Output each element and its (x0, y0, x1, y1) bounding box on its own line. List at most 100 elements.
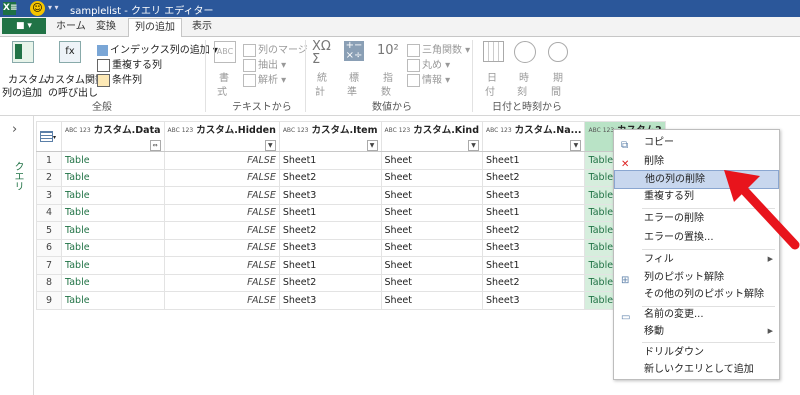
smiley-icon[interactable]: ☺ (30, 1, 45, 16)
table-cell[interactable]: FALSE (163, 168, 280, 187)
table-row[interactable]: 5 Table FALSE Sheet2 Sheet Sheet2 Table (36, 221, 666, 240)
table-cell[interactable]: Sheet3 (481, 291, 586, 310)
table-row[interactable]: 9 Table FALSE Sheet3 Sheet Sheet3 Table (36, 291, 666, 310)
table-cell[interactable]: FALSE (163, 221, 280, 240)
table-cell[interactable]: Sheet (380, 256, 484, 275)
table-cell[interactable]: FALSE (163, 203, 280, 222)
table-cell[interactable]: Sheet3 (481, 238, 586, 257)
invoke-custom-function-button[interactable]: fx カスタム関数 の呼び出し (44, 41, 105, 99)
menu-item-copy[interactable]: ⧉ コピー (614, 134, 779, 151)
table-cell[interactable]: Sheet (380, 238, 484, 257)
table-row[interactable]: 2 Table FALSE Sheet2 Sheet Sheet2 Table (36, 168, 666, 187)
duplicate-column-button[interactable]: 重複する列 (97, 56, 162, 72)
tab-view[interactable]: 表示 (186, 18, 218, 35)
merge-columns-button[interactable]: 列のマージ (243, 41, 308, 57)
column-header[interactable]: ABC 123 カスタム.Hidden ▼ (163, 121, 280, 152)
table-cell[interactable]: Sheet (380, 168, 484, 187)
scientific-button[interactable]: 10² 指 数 (375, 41, 403, 98)
tab-transform[interactable]: 変換 (90, 18, 122, 35)
table-cell[interactable]: Table (61, 203, 165, 222)
menu-item-unpivot-columns[interactable]: ⊞ 列のピボット解除 (614, 269, 779, 286)
table-cell[interactable]: Sheet1 (278, 256, 382, 275)
menu-item-drill-down[interactable]: ドリルダウン (614, 344, 779, 361)
column-header[interactable]: ABC 123 カスタム.Data ⇔ (61, 121, 165, 152)
table-cell[interactable]: Sheet (380, 151, 484, 170)
table-cell[interactable]: FALSE (163, 291, 280, 310)
table-cell[interactable]: Sheet1 (278, 203, 382, 222)
quick-access-dropdown-icon[interactable]: ▾ ▾ (48, 3, 59, 12)
table-cell[interactable]: FALSE (163, 151, 280, 170)
table-cell[interactable]: Table (61, 186, 165, 205)
menu-item-unpivot-other-columns[interactable]: その他の列のピボット解除 (614, 286, 779, 303)
table-cell[interactable]: Sheet3 (278, 238, 382, 257)
table-cell[interactable]: Table (61, 291, 165, 310)
table-cell[interactable]: FALSE (163, 238, 280, 257)
filter-dropdown-icon[interactable]: ▼ (366, 140, 378, 151)
table-row[interactable]: 6 Table FALSE Sheet3 Sheet Sheet3 Table (36, 238, 666, 257)
table-cell[interactable]: Sheet (380, 291, 484, 310)
conditional-column-button[interactable]: 条件列 (97, 71, 142, 87)
table-cell[interactable]: Sheet2 (481, 273, 586, 292)
table-cell[interactable]: Sheet3 (481, 186, 586, 205)
menu-item-fill[interactable]: フィル ▶ (614, 251, 779, 268)
standard-button[interactable]: +− ×÷ 標 準 (342, 41, 370, 98)
table-row[interactable]: 1 Table FALSE Sheet1 Sheet Sheet1 Table (36, 151, 666, 170)
file-tab[interactable]: ■ ▾ (2, 18, 46, 34)
table-cell[interactable]: FALSE (163, 186, 280, 205)
table-cell[interactable]: Sheet (380, 186, 484, 205)
format-button[interactable]: ABC 書 式 (212, 41, 238, 98)
table-row[interactable]: 7 Table FALSE Sheet1 Sheet Sheet1 Table (36, 256, 666, 275)
table-cell[interactable]: Sheet (380, 203, 484, 222)
table-cell[interactable]: Sheet1 (481, 256, 586, 275)
column-header[interactable]: ABC 123 カスタム.Item ▼ (278, 121, 382, 152)
time-button[interactable]: 時 刻 (512, 41, 540, 98)
table-menu-button[interactable]: ▾ (36, 121, 62, 152)
tab-add-column[interactable]: 列の追加 (128, 18, 182, 37)
table-row[interactable]: 8 Table FALSE Sheet2 Sheet Sheet2 Table (36, 273, 666, 292)
menu-item-add-as-new-query[interactable]: 新しいクエリとして追加 (614, 361, 779, 378)
table-cell[interactable]: Table (61, 168, 165, 187)
column-header[interactable]: ABC 123 カスタム.Na... ▼ (481, 121, 586, 152)
table-cell[interactable]: Table (61, 256, 165, 275)
table-cell[interactable]: Table (61, 238, 165, 257)
table-cell[interactable]: Sheet1 (481, 151, 586, 170)
information-button[interactable]: 情報 ▾ (407, 71, 450, 87)
table-cell[interactable]: Sheet2 (278, 221, 382, 240)
tab-home[interactable]: ホーム (50, 18, 92, 35)
table-cell[interactable]: Sheet3 (278, 186, 382, 205)
table-cell[interactable]: Table (61, 273, 165, 292)
menu-item-move[interactable]: 移動 ▶ (614, 323, 779, 340)
menu-item-rename[interactable]: ▭ 名前の変更... (614, 306, 779, 323)
custom-column-button[interactable]: カスタム 列の追加 (2, 41, 48, 99)
trigonometry-button[interactable]: 三角関数 ▾ (407, 41, 470, 57)
parse-button[interactable]: 解析 ▾ (243, 71, 286, 87)
extract-button[interactable]: 抽出 ▾ (243, 56, 286, 72)
rounding-button[interactable]: 丸め ▾ (407, 56, 450, 72)
column-header[interactable]: ABC 123 カスタム.Kind ▼ (380, 121, 484, 152)
table-row[interactable]: 4 Table FALSE Sheet1 Sheet Sheet1 Table (36, 203, 666, 222)
table-cell[interactable]: Sheet3 (278, 291, 382, 310)
expand-column-icon[interactable]: ⇔ (149, 140, 161, 151)
duration-button[interactable]: 期 間 (546, 41, 574, 98)
table-cell[interactable]: Sheet1 (481, 203, 586, 222)
filter-dropdown-icon[interactable]: ▼ (264, 140, 276, 151)
table-row[interactable]: 3 Table FALSE Sheet3 Sheet Sheet3 Table (36, 186, 666, 205)
filter-dropdown-icon[interactable]: ▼ (570, 140, 582, 151)
index-column-button[interactable]: インデックス列の追加 ▾ (97, 41, 218, 56)
table-cell[interactable]: Sheet2 (481, 221, 586, 240)
table-cell[interactable]: Sheet (380, 221, 484, 240)
table-cell[interactable]: Table (61, 221, 165, 240)
queries-pane-label[interactable]: クエリ (10, 161, 25, 191)
statistics-button[interactable]: XΩ Σ 統 計 (310, 40, 338, 98)
table-cell[interactable]: FALSE (163, 273, 280, 292)
table-cell[interactable]: FALSE (163, 256, 280, 275)
table-cell[interactable]: Table (61, 151, 165, 170)
table-cell[interactable]: Sheet1 (278, 151, 382, 170)
table-cell[interactable]: Sheet (380, 273, 484, 292)
table-cell[interactable]: Sheet2 (278, 273, 382, 292)
filter-dropdown-icon[interactable]: ▼ (468, 140, 479, 151)
table-cell[interactable]: Sheet2 (278, 168, 382, 187)
date-button[interactable]: 日 付 (480, 41, 508, 98)
expand-chevron-icon[interactable]: › (12, 122, 17, 137)
table-cell[interactable]: Sheet2 (481, 168, 586, 187)
